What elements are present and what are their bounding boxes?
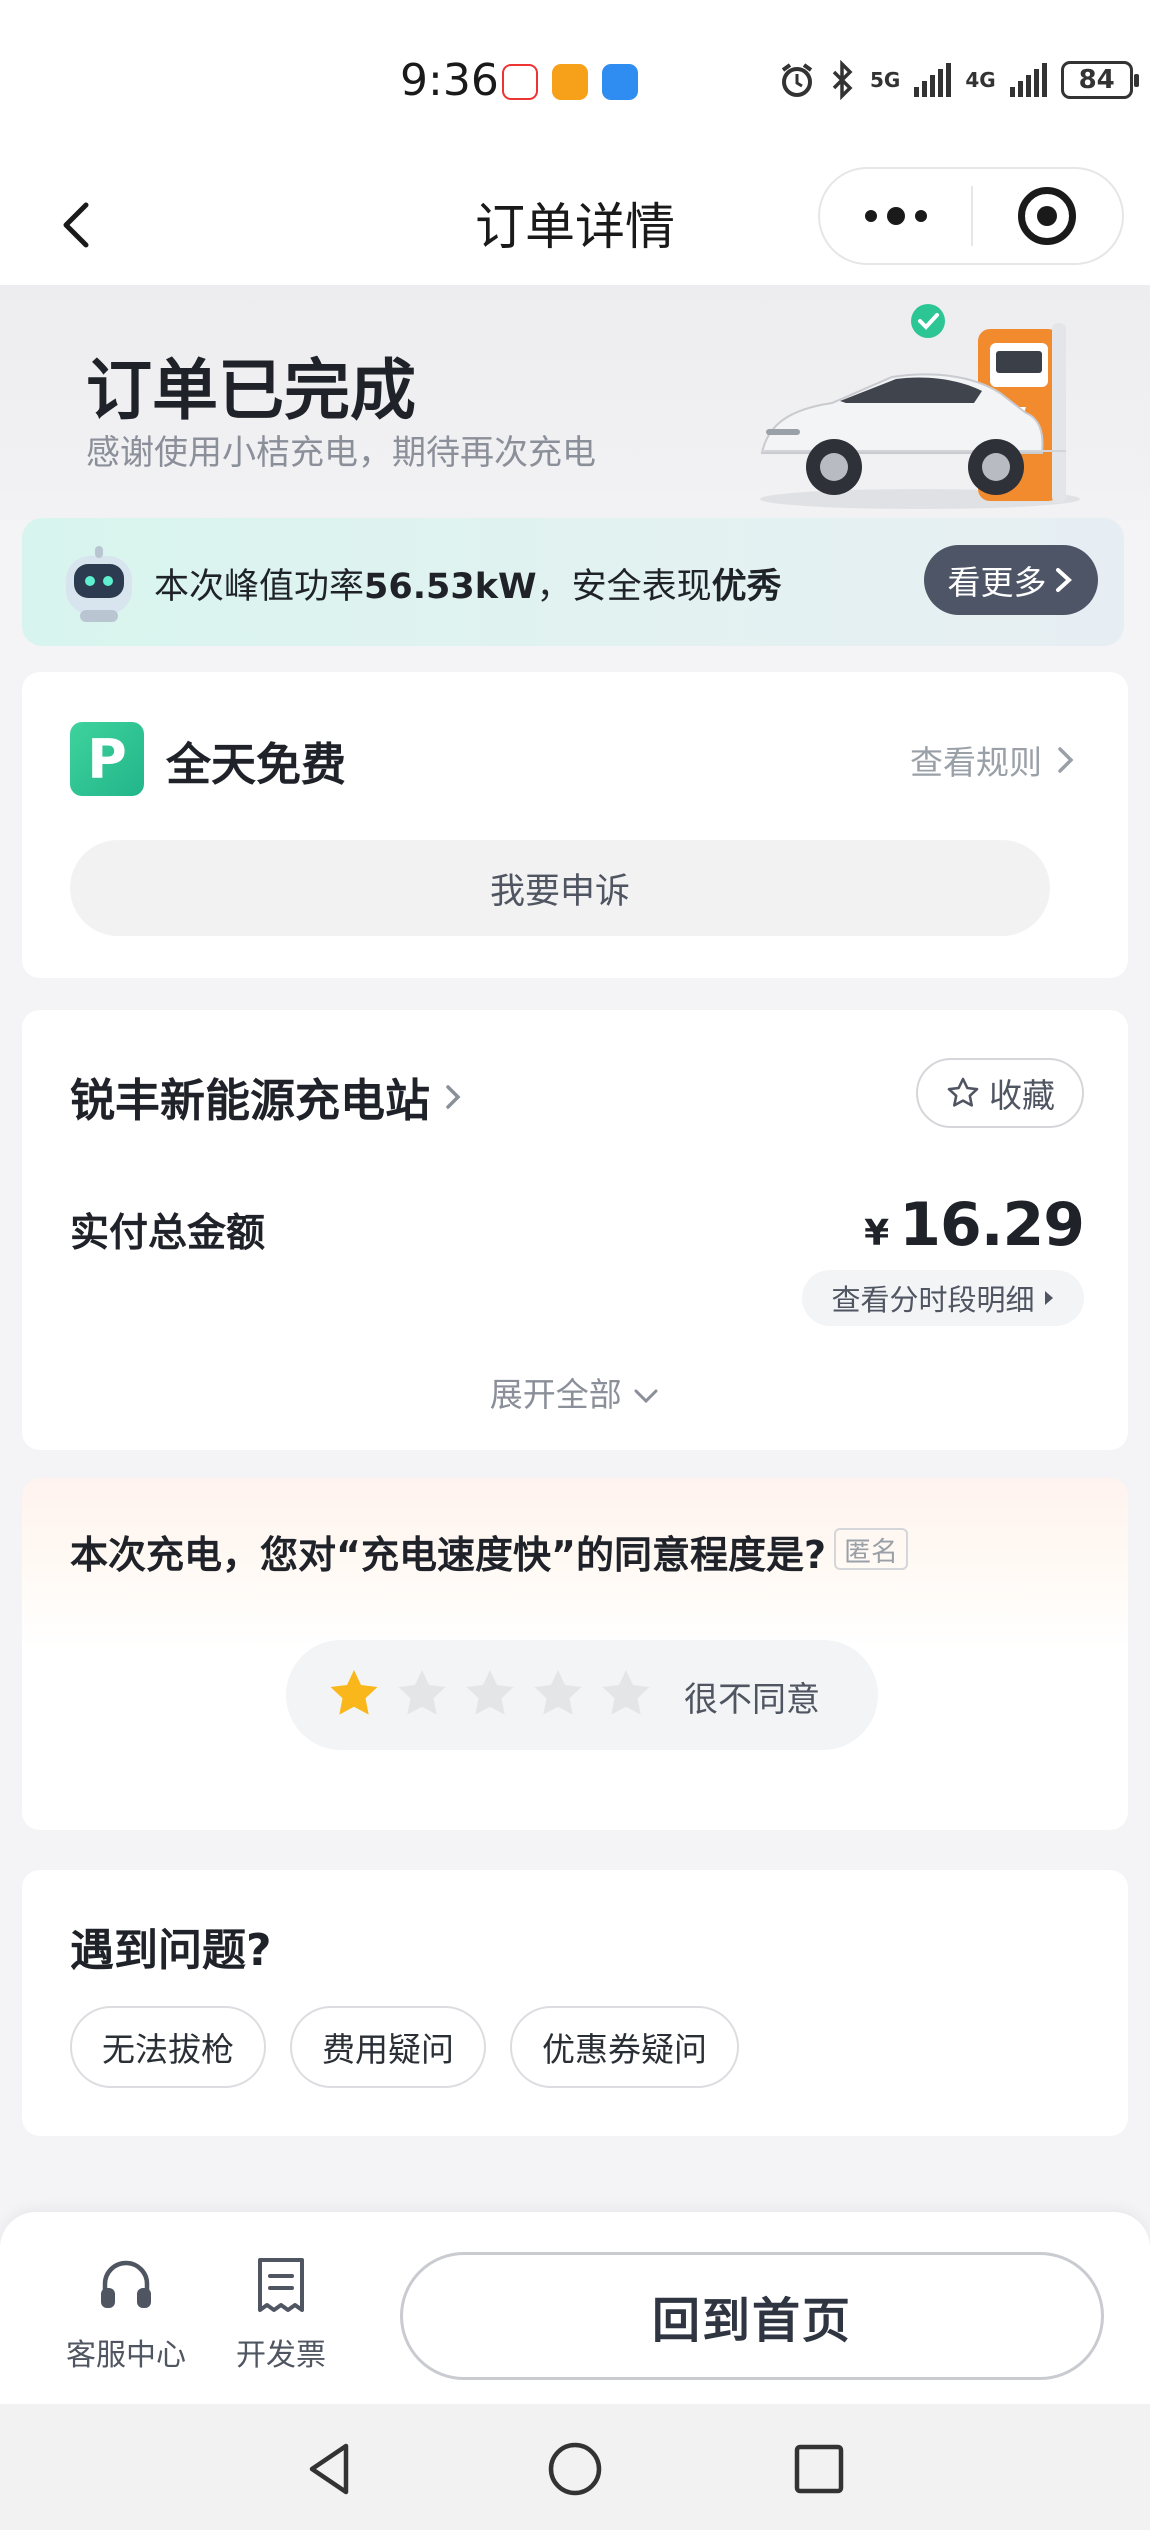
battery-icon: 84	[1060, 61, 1139, 99]
issue-chips: 无法拔枪 费用疑问 优惠券疑问	[70, 2006, 739, 2088]
safety-rating: 优秀	[711, 567, 782, 607]
station-name: 锐丰新能源充电站	[70, 1074, 431, 1127]
chip-fee-question[interactable]: 费用疑问	[290, 2006, 486, 2088]
signal-icon-2	[1009, 63, 1047, 97]
power-summary-banner: 本次峰值功率56.53kW，安全表现优秀 看更多	[22, 518, 1124, 646]
star-rating	[326, 1666, 654, 1722]
alarm-icon	[781, 63, 813, 97]
mini-program-capsule	[818, 167, 1124, 265]
caret-right-icon	[1044, 1291, 1053, 1305]
rating-star-4[interactable]	[530, 1666, 586, 1722]
headset-icon	[101, 2260, 151, 2308]
order-status-subtitle: 感谢使用小桔充电，期待再次充电	[86, 433, 596, 473]
status-indicators: 5G 4G 84	[778, 60, 1139, 100]
bluetooth-icon	[832, 60, 853, 100]
chevron-down-icon	[634, 1389, 658, 1404]
peak-power-value: 56.53kW	[364, 567, 537, 607]
nav-bar: 订单详情	[0, 165, 1150, 285]
power-summary-text: 本次峰值功率56.53kW，安全表现优秀	[154, 558, 782, 609]
anonymous-tag: 匿名	[834, 1528, 908, 1570]
parking-icon: P	[70, 722, 144, 796]
expand-all-label: 展开全部	[489, 1375, 622, 1414]
more-options-button[interactable]	[820, 169, 971, 263]
network-label-5g: 5G	[870, 68, 901, 92]
parking-free-title: 全天免费	[166, 738, 347, 791]
receipt-icon	[258, 2258, 304, 2312]
rating-star-5[interactable]	[598, 1666, 654, 1722]
target-icon	[1018, 187, 1077, 245]
survey-question: 本次充电，您对“充电速度快”的同意程度是?	[70, 1533, 826, 1577]
chevron-right-icon	[1055, 568, 1072, 592]
survey-card: 本次充电，您对“充电速度快”的同意程度是? 匿名 很不同意	[22, 1478, 1128, 1830]
issues-card: 遇到问题? 无法拔枪 费用疑问 优惠券疑问	[22, 1870, 1128, 2136]
system-recents-icon[interactable]	[786, 2436, 852, 2502]
chevron-right-icon	[1058, 747, 1074, 773]
period-detail-label: 查看分时段明细	[831, 1283, 1035, 1317]
star-outline-icon	[947, 1077, 979, 1107]
status-app-icons	[502, 64, 638, 100]
rating-description: 很不同意	[684, 1680, 820, 1720]
order-status-hero: 订单已完成 感谢使用小桔充电，期待再次充电	[0, 285, 1150, 520]
total-paid-amount: ¥16.29	[864, 1190, 1085, 1260]
view-rules-label: 查看规则	[910, 743, 1042, 782]
favorite-button[interactable]: 收藏	[916, 1058, 1084, 1128]
invoice-label: 开发票	[236, 2338, 326, 2373]
favorite-label: 收藏	[989, 1076, 1055, 1115]
see-more-button[interactable]: 看更多	[924, 545, 1098, 615]
power-text-prefix: 本次峰值功率	[154, 567, 365, 607]
total-paid-label: 实付总金额	[70, 1211, 266, 1256]
app-notification-icon	[552, 64, 588, 100]
back-to-home-button[interactable]: 回到首页	[400, 2252, 1104, 2380]
issues-title: 遇到问题?	[70, 1925, 272, 1976]
order-status-title: 订单已完成	[86, 352, 416, 429]
station-name-link[interactable]: 锐丰新能源充电站	[70, 1064, 462, 1129]
status-time: 9:36	[400, 55, 499, 106]
signal-icon	[914, 63, 952, 97]
amount-value: 16.29	[899, 1190, 1085, 1260]
chip-cannot-unplug[interactable]: 无法拔枪	[70, 2006, 266, 2088]
weather-icon	[602, 64, 638, 100]
robot-mascot-icon	[66, 546, 132, 622]
invoice-button[interactable]: 开发票	[226, 2252, 336, 2374]
chevron-right-icon	[446, 1084, 461, 1109]
network-label-4g: 4G	[965, 68, 996, 92]
appeal-button[interactable]: 我要申诉	[70, 840, 1050, 936]
expand-all-toggle[interactable]: 展开全部	[22, 1368, 1128, 1416]
view-rules-link[interactable]: 查看规则	[910, 736, 1076, 784]
china-mobile-icon	[502, 64, 538, 100]
customer-service-label: 客服中心	[66, 2338, 186, 2373]
rating-widget: 很不同意	[286, 1640, 878, 1750]
rating-star-3[interactable]	[462, 1666, 518, 1722]
bottom-action-bar: 客服中心 开发票 回到首页	[0, 2212, 1150, 2404]
currency-symbol: ¥	[864, 1213, 890, 1254]
customer-service-button[interactable]: 客服中心	[60, 2252, 192, 2374]
car-charging-illustration	[760, 304, 1080, 509]
power-text-mid: ，安全表现	[536, 567, 712, 607]
rating-star-2[interactable]	[394, 1666, 450, 1722]
period-detail-button[interactable]: 查看分时段明细	[802, 1270, 1084, 1326]
parking-card: P 全天免费 查看规则 我要申诉	[22, 672, 1128, 978]
rating-star-1[interactable]	[326, 1666, 382, 1722]
status-bar: 9:36 5G 4G 84	[0, 0, 1150, 165]
station-card: 锐丰新能源充电站 收藏 实付总金额 ¥16.29 查看分时段明细 展开全部	[22, 1010, 1128, 1450]
system-back-icon[interactable]	[298, 2436, 364, 2502]
see-more-label: 看更多	[947, 563, 1047, 602]
system-navigation-bar	[0, 2404, 1150, 2530]
chip-coupon-question[interactable]: 优惠券疑问	[510, 2006, 739, 2088]
close-mini-program-button[interactable]	[973, 169, 1122, 263]
system-home-icon[interactable]	[542, 2436, 608, 2502]
